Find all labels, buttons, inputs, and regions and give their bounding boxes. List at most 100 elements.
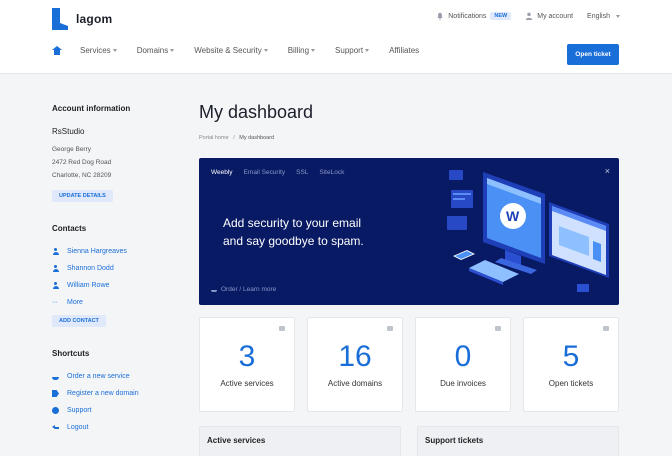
brand-name: lagom (76, 12, 113, 26)
home-icon[interactable] (52, 46, 62, 55)
support-tickets-panel-header: Support tickets (417, 426, 619, 456)
shortcut-order-service[interactable]: Order a new service (52, 368, 172, 385)
notifications-link[interactable]: Notifications NEW (436, 12, 512, 20)
sidebar: Account information RsStudio George Berr… (52, 104, 172, 436)
document-icon (495, 326, 501, 331)
shortcut-logout[interactable]: Logout (52, 419, 172, 436)
stat-card-active-domains[interactable]: 16 Active domains (307, 317, 403, 412)
nav-website-security-label: Website & Security (194, 46, 262, 55)
user-icon (52, 265, 59, 272)
shortcut-register-domain[interactable]: Register a new domain (52, 385, 172, 402)
cart-icon (52, 373, 59, 380)
add-contact-button[interactable]: ADD CONTACT (52, 315, 106, 327)
open-ticket-button[interactable]: Open ticket (567, 44, 619, 65)
main-nav: Services Domains Website & Security Bill… (52, 46, 439, 55)
nav-support-label: Support (335, 46, 364, 55)
update-details-button[interactable]: UPDATE DETAILS (52, 190, 113, 202)
contacts-section: Contacts Sienna Hargreaves Shannon Dodd … (52, 224, 172, 327)
stat-value: 5 (562, 340, 580, 373)
banner-headline-line: Add security to your email (223, 216, 362, 230)
shortcut-label: Support (67, 407, 92, 414)
page-title: My dashboard (199, 102, 314, 122)
tag-icon (387, 326, 393, 331)
more-dots-icon: ··· (52, 299, 58, 306)
stat-label: Due invoices (440, 379, 486, 388)
utility-bar: Notifications NEW My account English (436, 12, 620, 20)
active-services-panel-header: Active services (199, 426, 401, 456)
my-account-link[interactable]: My account (525, 12, 573, 20)
contact-item[interactable]: Shannon Dodd (52, 260, 172, 277)
stat-value: 0 (454, 340, 472, 373)
promo-banner: Weebly Email Security SSL SiteLock × Add… (199, 158, 619, 305)
breadcrumb-separator: / (233, 135, 235, 141)
nav-affiliates-label: Affiliates (389, 46, 420, 55)
more-contacts-link[interactable]: ··· More (52, 294, 172, 311)
chevron-down-icon (311, 49, 316, 52)
contact-name: Shannon Dodd (67, 265, 114, 272)
shortcut-support[interactable]: Support (52, 402, 172, 419)
banner-footer-label: Order / Learn more (221, 286, 277, 293)
address-line: 2472 Red Dog Road (52, 159, 112, 166)
nav-billing[interactable]: Billing (288, 46, 335, 55)
stat-card-active-services[interactable]: 3 Active services (199, 317, 295, 412)
tag-icon (52, 390, 59, 397)
stat-label: Active domains (327, 379, 383, 388)
contacts-heading: Contacts (52, 224, 87, 233)
nav-services-label: Services (80, 46, 111, 55)
language-label: English (587, 12, 610, 20)
logout-icon (52, 424, 59, 431)
nav-website-security[interactable]: Website & Security (194, 46, 287, 55)
stat-card-due-invoices[interactable]: 0 Due invoices (415, 317, 511, 412)
nav-billing-label: Billing (287, 46, 310, 55)
shortcuts-heading: Shortcuts (52, 349, 90, 358)
bell-icon (437, 12, 444, 20)
banner-tab-ssl[interactable]: SSL (296, 169, 308, 176)
help-icon (52, 407, 59, 414)
company-name: RsStudio (52, 127, 85, 136)
address-line: Charlotte, NC 28209 (52, 172, 112, 179)
banner-tab-weebly[interactable]: Weebly (211, 169, 233, 176)
stat-value: 16 (338, 340, 372, 373)
nav-domains-label: Domains (136, 46, 169, 55)
cart-icon (211, 288, 217, 292)
shortcut-label: Logout (67, 424, 89, 431)
breadcrumb-home-link[interactable]: Portal home (199, 135, 229, 141)
banner-tab-sitelock[interactable]: SiteLock (319, 169, 344, 176)
server-icon (279, 326, 285, 331)
chevron-down-icon (616, 14, 620, 18)
order-learn-more-link[interactable]: Order / Learn more (211, 286, 276, 293)
contact-name: Sienna Hargreaves (67, 248, 127, 255)
svg-text:W: W (506, 208, 520, 224)
user-icon (52, 282, 59, 289)
nav-domains[interactable]: Domains (137, 46, 195, 55)
top-header: lagom Notifications NEW My account Engli… (0, 0, 672, 74)
brand-logo[interactable]: lagom (52, 8, 112, 30)
stat-card-open-tickets[interactable]: 5 Open tickets (523, 317, 619, 412)
stat-label: Open tickets (548, 379, 594, 388)
contact-item[interactable]: Sienna Hargreaves (52, 243, 172, 260)
chevron-down-icon (112, 49, 117, 52)
notifications-new-badge: NEW (490, 12, 512, 20)
chevron-down-icon (170, 49, 175, 52)
stat-label: Active services (220, 379, 274, 388)
shortcut-label: Register a new domain (67, 390, 139, 397)
banner-headline: Add security to your email and say goodb… (223, 214, 413, 250)
account-address: George Berry 2472 Red Dog Road Charlotte… (52, 143, 172, 182)
account-information-heading: Account information (52, 104, 131, 113)
lagom-logo-icon (52, 8, 70, 30)
nav-support[interactable]: Support (335, 46, 389, 55)
contact-item[interactable]: William Rowe (52, 277, 172, 294)
panels-row: Active services Support tickets (199, 426, 619, 456)
banner-tab-email-security[interactable]: Email Security (244, 169, 286, 176)
notifications-label: Notifications (448, 12, 487, 20)
banner-headline-line: and say goodbye to spam. (223, 234, 364, 248)
breadcrumb-current: My dashboard (239, 135, 275, 141)
user-icon (52, 248, 59, 255)
more-label: More (67, 299, 83, 306)
nav-services[interactable]: Services (80, 46, 137, 55)
banner-tabs: Weebly Email Security SSL SiteLock (211, 169, 344, 176)
address-line: George Berry (52, 146, 92, 153)
user-icon (526, 12, 533, 20)
nav-affiliates[interactable]: Affiliates (389, 46, 439, 55)
language-selector[interactable]: English (587, 13, 620, 20)
